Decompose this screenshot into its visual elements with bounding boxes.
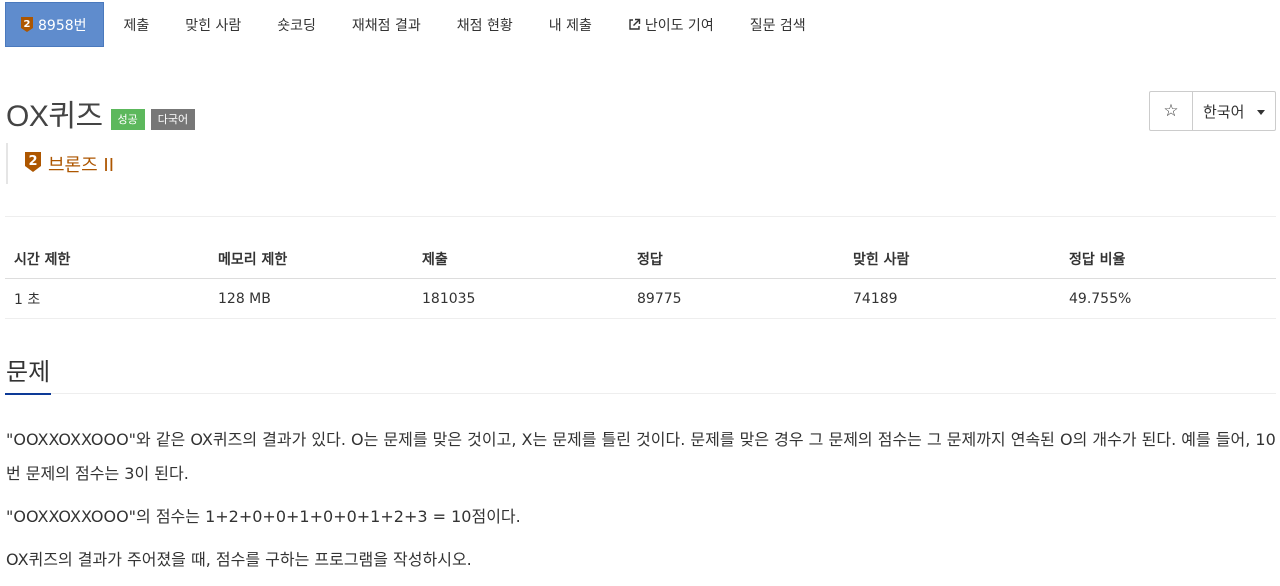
bronze-tier-icon: 2 (24, 151, 42, 177)
column-header: 메모리 제한 (218, 252, 288, 268)
table-row: 1 초 128 MB 181035 89775 74189 49.755% (5, 279, 1276, 319)
language-select[interactable]: 한국어 (1193, 92, 1275, 130)
column-header: 정답 (637, 252, 663, 268)
tab-my-submissions[interactable]: 내 제출 (531, 2, 610, 47)
column-header: 제출 (422, 252, 448, 268)
tab-label: 8958번 (38, 17, 87, 34)
accepted-value: 89775 (637, 290, 682, 307)
problem-header: OX퀴즈 성공 다국어 (6, 91, 196, 135)
tab-submit[interactable]: 제출 (106, 2, 168, 47)
tier-info: 2 브론즈 II (6, 143, 114, 184)
tab-label: 채점 현황 (456, 17, 513, 34)
table-header-row: 시간 제한 메모리 제한 제출 정답 맞힌 사람 정답 비율 (5, 240, 1276, 279)
tab-rejudge-results[interactable]: 재채점 결과 (334, 2, 439, 47)
section-title: 문제 (6, 358, 51, 386)
tier-label[interactable]: 브론즈 II (48, 151, 114, 177)
language-label: 한국어 (1203, 102, 1245, 121)
problem-nav-tabs: 2 8958번 제출 맞힌 사람 숏코딩 재채점 결과 채점 현황 내 제출 난… (5, 2, 824, 47)
tab-short-coding[interactable]: 숏코딩 (259, 2, 334, 47)
tab-label: 제출 (123, 17, 150, 34)
column-header: 시간 제한 (14, 252, 71, 268)
tab-label: 재채점 결과 (351, 17, 421, 34)
svg-text:2: 2 (24, 19, 31, 30)
tab-label: 난이도 기여 (644, 17, 714, 34)
tab-label: 맞힌 사람 (185, 17, 242, 34)
problem-description-paragraph: OX퀴즈의 결과가 주어졌을 때, 점수를 구하는 프로그램을 작성하시오. (6, 550, 472, 569)
problem-description-paragraph: "OOXXOXXOOO"의 점수는 1+2+0+0+1+0+0+1+2+3 = … (6, 507, 521, 526)
solved-users-value: 74189 (853, 290, 898, 307)
tab-problem-number[interactable]: 2 8958번 (5, 2, 104, 47)
time-limit-value: 1 초 (14, 291, 41, 308)
tab-question-search[interactable]: 질문 검색 (732, 2, 824, 47)
tab-solved-users[interactable]: 맞힌 사람 (167, 2, 259, 47)
svg-text:2: 2 (28, 154, 37, 169)
accept-ratio-value: 49.755% (1069, 290, 1132, 307)
column-header: 정답 비율 (1069, 252, 1126, 268)
problem-controls: ☆ 한국어 (1149, 91, 1276, 131)
success-badge: 성공 (110, 108, 145, 130)
problem-title: OX퀴즈 (6, 100, 103, 133)
problem-info-table: 시간 제한 메모리 제한 제출 정답 맞힌 사람 정답 비율 1 초 128 M… (5, 240, 1276, 319)
chevron-down-icon (1257, 109, 1265, 115)
tab-label: 숏코딩 (277, 17, 316, 34)
submissions-value: 181035 (422, 290, 476, 307)
column-header: 맞힌 사람 (853, 252, 910, 268)
divider (5, 393, 1276, 394)
external-link-icon (628, 18, 641, 31)
tab-judge-status[interactable]: 채점 현황 (439, 2, 531, 47)
tab-label: 내 제출 (548, 17, 592, 34)
bronze-tier-icon: 2 (20, 16, 34, 33)
divider (5, 216, 1276, 217)
memory-limit-value: 128 MB (218, 290, 271, 307)
tab-difficulty-contribution[interactable]: 난이도 기여 (610, 2, 732, 47)
star-icon: ☆ (1163, 101, 1179, 121)
multilang-badge[interactable]: 다국어 (150, 108, 196, 130)
section-title-underline (5, 393, 51, 395)
problem-description-paragraph: "OOXXOXXOOO"와 같은 OX퀴즈의 결과가 있다. O는 문제를 맞은… (6, 430, 1276, 483)
favorite-button[interactable]: ☆ (1150, 92, 1193, 130)
tab-label: 질문 검색 (749, 17, 806, 34)
